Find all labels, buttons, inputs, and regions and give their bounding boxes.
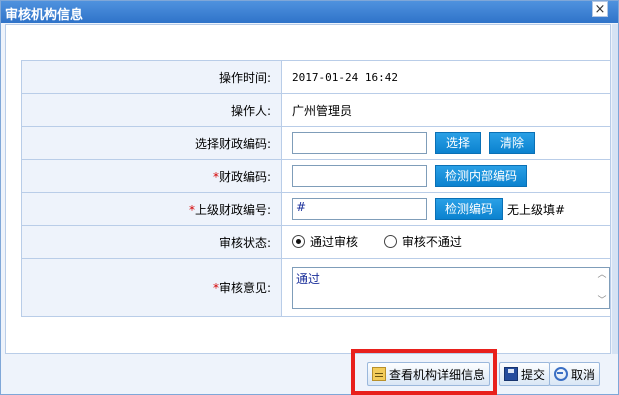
submit-label: 提交 xyxy=(521,367,546,382)
operator-label: 操作人: xyxy=(21,93,282,127)
radio-pass[interactable]: 通过审核 xyxy=(292,233,358,250)
radio-pass-label: 通过审核 xyxy=(310,235,359,249)
select-finance-code-label: 选择财政编码: xyxy=(21,126,282,160)
undo-arrow-icon xyxy=(554,367,568,381)
radio-fail-icon[interactable] xyxy=(383,235,397,248)
submit-button[interactable]: 提交 xyxy=(499,362,551,386)
operate-time-label: 操作时间: xyxy=(21,60,282,94)
audit-org-dialog: 审核机构信息 × 操作时间: 2017-01-24 16:42 操作人: 广州管… xyxy=(0,0,619,395)
audit-form-table: 操作时间: 2017-01-24 16:42 操作人: 广州管理员 选择财政编码… xyxy=(21,60,610,317)
finance-code-label: 财政编码: xyxy=(218,169,271,184)
operator-value: 广州管理员 xyxy=(292,103,353,118)
audit-opinion-label: 审核意见: xyxy=(218,281,271,295)
finance-code-input[interactable] xyxy=(292,165,427,187)
form-row-audit-status: 审核状态: 通过审核 审核不通过 xyxy=(21,225,610,259)
no-parent-hint: 无上级填# xyxy=(507,202,566,217)
radio-pass-icon[interactable] xyxy=(292,235,305,248)
form-row-select-finance-code: 选择财政编码: 选择 清除 xyxy=(21,126,610,160)
close-icon[interactable]: × xyxy=(592,1,608,17)
operate-time-value: 2017-01-24 16:42 xyxy=(292,71,398,84)
radio-fail-label: 审核不通过 xyxy=(401,235,462,249)
content-scrollbar[interactable] xyxy=(612,24,618,354)
dialog-content: 操作时间: 2017-01-24 16:42 操作人: 广州管理员 选择财政编码… xyxy=(5,24,611,354)
scroll-up-icon[interactable]: ︿ xyxy=(597,270,607,280)
parent-finance-code-label: 上级财政编号: xyxy=(194,202,271,217)
form-row-operator: 操作人: 广州管理员 xyxy=(21,93,610,127)
audit-opinion-textarea[interactable]: 通过 ︿ ﹀ xyxy=(292,266,610,309)
form-row-parent-finance-code: *上级财政编号: # 检测编码 无上级填# xyxy=(21,192,610,226)
highlight-box xyxy=(351,349,497,395)
clear-button[interactable]: 清除 xyxy=(489,132,536,154)
scroll-down-icon[interactable]: ﹀ xyxy=(597,296,607,306)
cancel-label: 取消 xyxy=(571,367,596,382)
audit-opinion-text: 通过 xyxy=(296,271,321,286)
dialog-title: 审核机构信息 xyxy=(5,8,84,23)
parent-finance-code-input[interactable]: # xyxy=(292,198,427,220)
cancel-button[interactable]: 取消 xyxy=(549,362,601,386)
check-code-button[interactable]: 检测编码 xyxy=(435,198,504,220)
form-row-operate-time: 操作时间: 2017-01-24 16:42 xyxy=(21,60,610,94)
select-finance-code-input[interactable] xyxy=(292,132,427,154)
form-row-audit-opinion: *审核意见: 通过 ︿ ﹀ xyxy=(21,258,610,317)
audit-status-label: 审核状态: xyxy=(21,225,282,259)
radio-fail[interactable]: 审核不通过 xyxy=(383,233,462,250)
select-button[interactable]: 选择 xyxy=(435,132,482,154)
save-disk-icon xyxy=(504,367,518,381)
form-row-finance-code: *财政编码: 检测内部编码 xyxy=(21,159,610,193)
check-inner-code-button[interactable]: 检测内部编码 xyxy=(435,165,528,187)
dialog-titlebar: 审核机构信息 × xyxy=(1,1,618,23)
